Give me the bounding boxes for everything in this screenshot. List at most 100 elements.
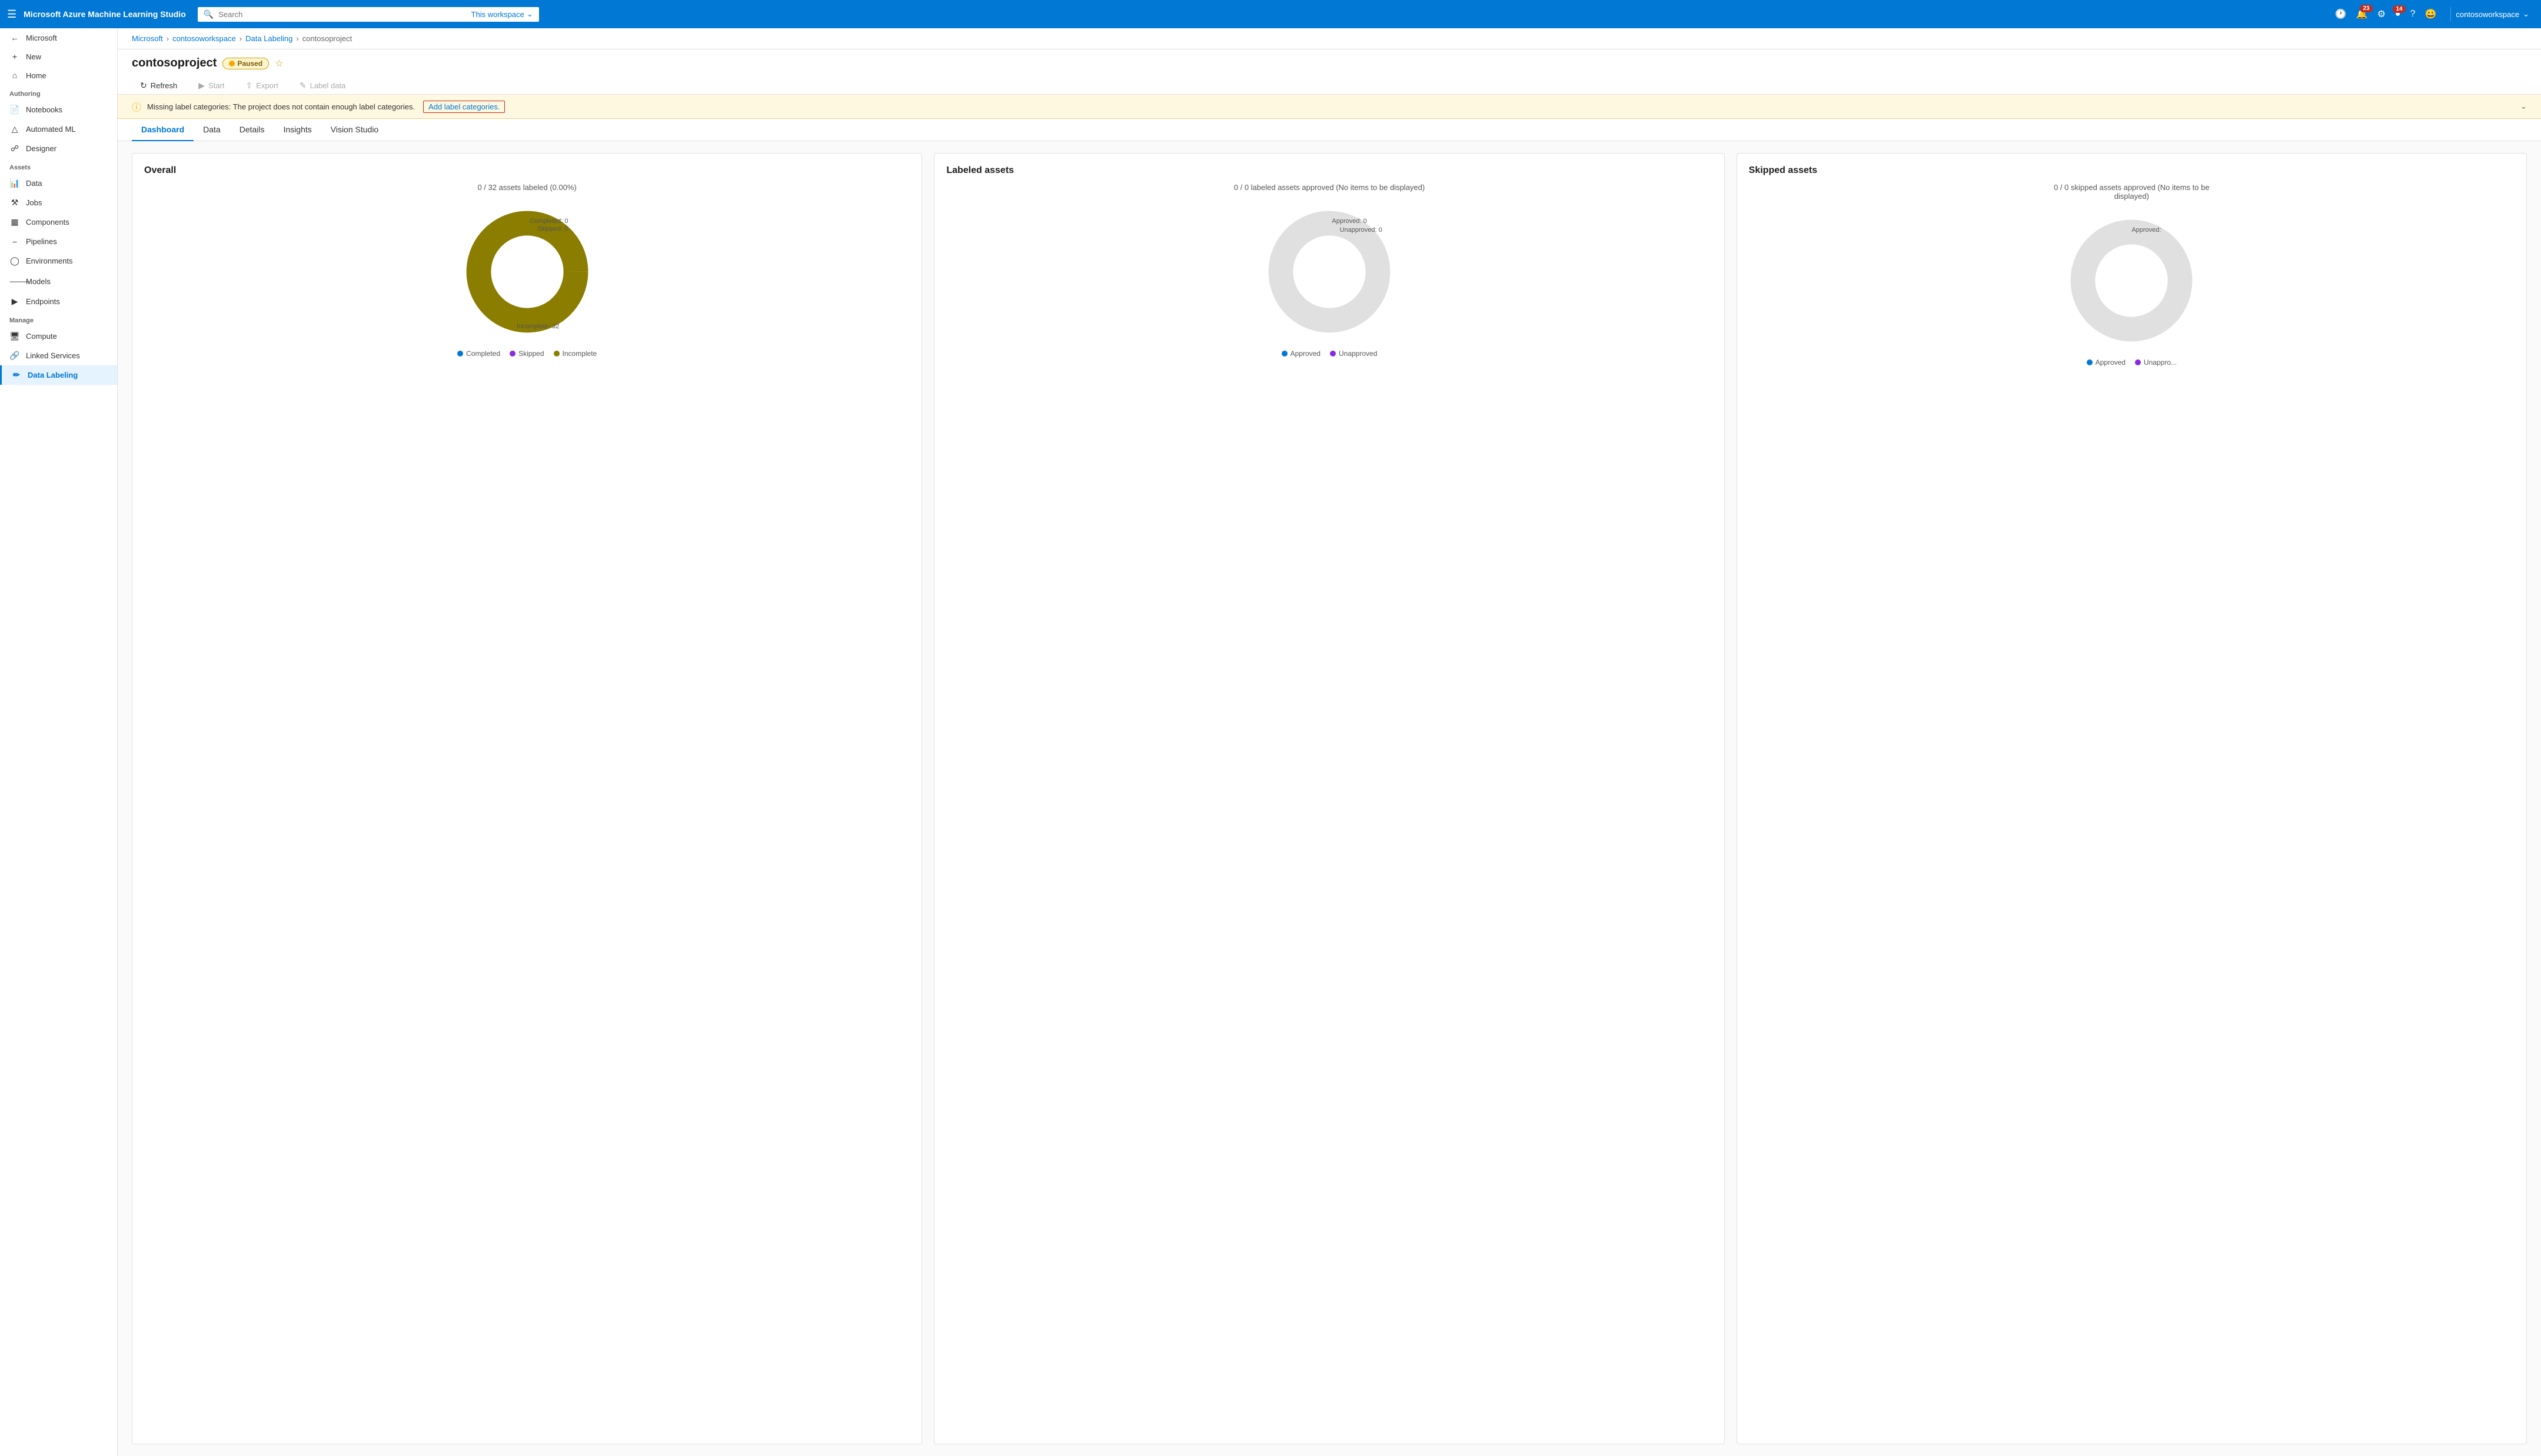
- status-text: Paused: [237, 59, 262, 68]
- legend-completed-label: Completed: [466, 349, 500, 358]
- export-icon: ⇧: [246, 81, 253, 91]
- start-icon: ▶: [198, 81, 205, 91]
- tab-data[interactable]: Data: [194, 119, 230, 141]
- breadcrumb-project: contosoproject: [302, 34, 352, 43]
- warning-collapse-icon[interactable]: ⌄: [2520, 102, 2527, 111]
- search-bar[interactable]: 🔍 This workspace ⌄: [198, 7, 539, 22]
- home-icon: ⌂: [9, 71, 20, 80]
- search-input[interactable]: [218, 10, 466, 19]
- legend-unapproved-label: Unapproved: [1339, 349, 1377, 358]
- app-title: Microsoft Azure Machine Learning Studio: [24, 9, 186, 19]
- assets-section: Assets: [0, 158, 117, 174]
- designer-icon: ☍: [9, 144, 20, 154]
- tab-details[interactable]: Details: [230, 119, 274, 141]
- data-icon: 📊: [9, 178, 20, 188]
- clock-icon[interactable]: 🕐: [2335, 8, 2347, 20]
- status-dot: [229, 61, 235, 66]
- refresh-button[interactable]: ↻ Refresh: [132, 77, 185, 94]
- dashboard: Overall 0 / 32 assets labeled (0.00%): [118, 141, 2541, 1456]
- toolbar: ↻ Refresh ▶ Start ⇧ Export ✎ Label data: [132, 77, 2527, 94]
- completed-annotation: Completed: 0: [530, 218, 568, 225]
- breadcrumb: Microsoft › contosoworkspace › Data Labe…: [118, 28, 2541, 49]
- components-icon: ▦: [9, 217, 20, 227]
- legend-skipped-label: Skipped: [518, 349, 544, 358]
- approved-annotation: Approved: 0: [1332, 218, 1366, 225]
- help-icon[interactable]: ?: [2410, 9, 2416, 19]
- export-label: Export: [256, 81, 278, 90]
- data-labeling-icon: ✏: [11, 370, 22, 380]
- skipped-legend-approved: Approved: [2087, 358, 2126, 367]
- breadcrumb-data-labeling[interactable]: Data Labeling: [245, 34, 292, 43]
- legend-dot-incomplete: [554, 351, 560, 356]
- sidebar-pipelines-label: Pipelines: [26, 237, 57, 246]
- tab-insights[interactable]: Insights: [274, 119, 321, 141]
- breadcrumb-sep3: ›: [296, 34, 298, 43]
- hamburger-icon[interactable]: ☰: [7, 8, 16, 21]
- export-button[interactable]: ⇧ Export: [238, 77, 287, 94]
- main-layout: ← Microsoft + New ⌂ Home Authoring 📄 Not…: [0, 28, 2541, 1456]
- notifications-badge: 23: [2360, 5, 2372, 12]
- add-label-categories-link[interactable]: Add label categories.: [423, 101, 505, 113]
- tab-vision-studio[interactable]: Vision Studio: [321, 119, 388, 141]
- breadcrumb-sep1: ›: [167, 34, 169, 43]
- sidebar-item-designer[interactable]: ☍ Designer: [0, 139, 117, 158]
- notifications-icon[interactable]: 🔔 23: [2356, 8, 2368, 20]
- sidebar-item-data[interactable]: 📊 Data: [0, 174, 117, 193]
- page-header: contosoproject Paused ☆ ↻ Refresh ▶ Star…: [118, 49, 2541, 95]
- search-icon: 🔍: [204, 9, 214, 19]
- pipelines-icon: ⎯: [9, 236, 20, 246]
- sidebar-item-notebooks[interactable]: 📄 Notebooks: [0, 100, 117, 119]
- legend-dot-unapproved: [1330, 351, 1336, 356]
- sidebar-item-microsoft[interactable]: ← Microsoft: [0, 28, 117, 47]
- sidebar-item-components[interactable]: ▦ Components: [0, 212, 117, 232]
- legend-approved: Approved: [1282, 349, 1321, 358]
- workspace-selector[interactable]: contosoworkspace ⌄: [2450, 7, 2534, 21]
- tab-dashboard[interactable]: Dashboard: [132, 119, 194, 141]
- sidebar-item-environments[interactable]: ◯ Environments: [0, 251, 117, 271]
- skipped-assets-chart: Approved: Approved Unappro...: [1749, 210, 2515, 1432]
- sidebar-item-data-labeling[interactable]: ✏ Data Labeling: [0, 365, 117, 385]
- sidebar-item-home[interactable]: ⌂ Home: [0, 66, 117, 85]
- label-data-button[interactable]: ✎ Label data: [291, 77, 354, 94]
- sidebar-home-label: Home: [26, 71, 46, 80]
- legend-completed: Completed: [457, 349, 500, 358]
- labeled-assets-subtitle: 0 / 0 labeled assets approved (No items …: [946, 183, 1712, 192]
- sidebar-item-pipelines[interactable]: ⎯ Pipelines: [0, 232, 117, 251]
- sidebar-item-endpoints[interactable]: ▶ Endpoints: [0, 292, 117, 311]
- tabs: Dashboard Data Details Insights Vision S…: [118, 119, 2541, 141]
- endpoints-icon: ▶: [9, 296, 20, 306]
- content-area: Microsoft › contosoworkspace › Data Labe…: [118, 28, 2541, 1456]
- labeled-assets-donut: Approved: 0 Unapproved: 0: [1265, 207, 1394, 336]
- overall-donut-wrapper: Completed: 0 Skipped: 0 Incomplete: 32: [463, 207, 592, 336]
- overall-donut-svg: [463, 207, 592, 336]
- skipped-assets-legend: Approved Unappro...: [2087, 358, 2177, 367]
- sidebar-item-linked-services[interactable]: 🔗 Linked Services: [0, 346, 117, 365]
- breadcrumb-microsoft[interactable]: Microsoft: [132, 34, 163, 43]
- labeled-assets-title: Labeled assets: [946, 165, 1712, 176]
- search-scope[interactable]: This workspace ⌄: [471, 9, 533, 19]
- label-data-label: Label data: [310, 81, 346, 90]
- refresh-label: Refresh: [151, 81, 178, 90]
- sidebar-linked-services-label: Linked Services: [26, 351, 80, 360]
- sidebar-item-automated-ml[interactable]: △ Automated ML: [0, 119, 117, 139]
- favorite-icon[interactable]: ☆: [275, 58, 283, 69]
- sidebar-item-jobs[interactable]: ⚒ Jobs: [0, 193, 117, 212]
- linked-services-icon: 🔗: [9, 351, 20, 361]
- sidebar-item-new[interactable]: + New: [0, 47, 117, 66]
- legend-incomplete: Incomplete: [554, 349, 597, 358]
- skipped-assets-subtitle: 0 / 0 skipped assets approved (No items …: [1749, 183, 2515, 201]
- updates-icon[interactable]: ● 14: [2395, 9, 2401, 19]
- sidebar-models-label: Models: [26, 277, 51, 286]
- workspace-chevron: ⌄: [2523, 9, 2529, 19]
- sidebar-item-compute[interactable]: 🖥 Compute: [0, 326, 117, 346]
- skipped-legend-approved-label: Approved: [2096, 358, 2126, 367]
- jobs-icon: ⚒: [9, 198, 20, 208]
- start-button[interactable]: ▶ Start: [190, 77, 232, 94]
- settings-icon[interactable]: ⚙: [2377, 8, 2386, 20]
- breadcrumb-workspace[interactable]: contosoworkspace: [172, 34, 236, 43]
- overall-card-subtitle: 0 / 32 assets labeled (0.00%): [144, 183, 910, 192]
- account-icon[interactable]: 😀: [2425, 8, 2437, 20]
- overall-card: Overall 0 / 32 assets labeled (0.00%): [132, 153, 922, 1444]
- sidebar-item-models[interactable]: ⸻ Models: [0, 271, 117, 292]
- sidebar-automl-label: Automated ML: [26, 125, 76, 134]
